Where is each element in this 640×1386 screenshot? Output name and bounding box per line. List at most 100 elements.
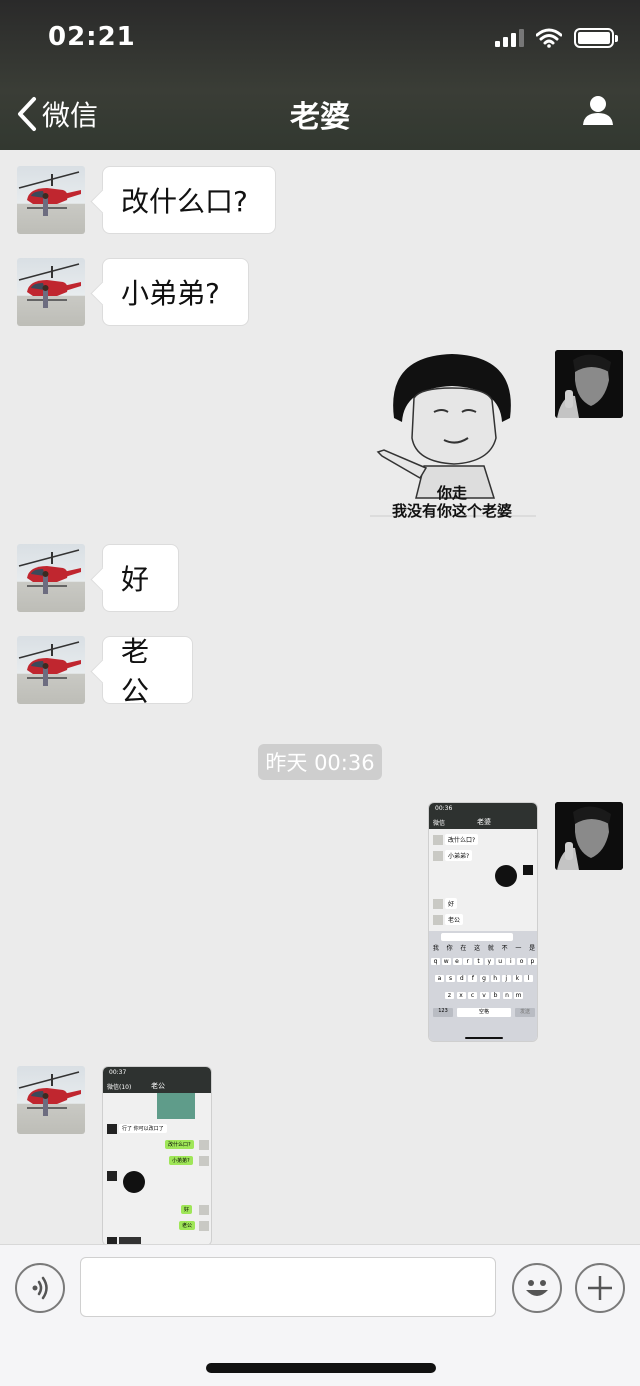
- wifi-icon: [536, 28, 562, 48]
- mini-sticker: [123, 1171, 145, 1193]
- cellular-signal-icon: [495, 29, 524, 47]
- message-bubble[interactable]: 改什么口?: [102, 166, 276, 234]
- portrait-avatar-image: [555, 350, 623, 418]
- mini-message: 小弟弟?: [445, 850, 473, 861]
- mini-key-row-1: q w e r t y u i o p: [431, 958, 537, 965]
- mini-my-avatar: [199, 1140, 209, 1150]
- message-bubble[interactable]: 老公: [102, 635, 193, 708]
- emoji-button[interactable]: [512, 1263, 562, 1313]
- mini-my-avatar: [199, 1205, 209, 1215]
- mini-avatar: [107, 1124, 117, 1134]
- mini-key: v: [479, 992, 489, 999]
- screenshot-image-message[interactable]: 00:36 微信 老婆 改什么口? 小弟弟? 好 老公 我 你 在 这 就 不 …: [428, 802, 538, 1042]
- chat-header: 02:21 微信 老婆: [0, 0, 640, 150]
- message-bubble[interactable]: 小弟弟?: [102, 258, 249, 326]
- plus-icon: [588, 1276, 612, 1300]
- contact-avatar[interactable]: [17, 544, 85, 612]
- mini-key: h: [490, 975, 500, 982]
- mini-key: z: [445, 992, 454, 999]
- mini-key: i: [506, 958, 516, 965]
- mini-suggestion: 我: [432, 945, 439, 952]
- mini-key: n: [502, 992, 512, 999]
- smiley-icon: [526, 1280, 548, 1296]
- contact-avatar[interactable]: [17, 258, 85, 326]
- mini-key: u: [495, 958, 505, 965]
- mini-key: y: [484, 958, 494, 965]
- voice-button[interactable]: [15, 1263, 65, 1313]
- mini-space-key: 空格: [457, 1008, 511, 1017]
- mini-my-avatar: [199, 1156, 209, 1166]
- mini-key: m: [514, 992, 523, 999]
- mini-suggestion: 是: [529, 945, 536, 952]
- mini-suggestion: 不: [501, 945, 508, 952]
- mini-my-avatar: [523, 865, 533, 875]
- helicopter-avatar-image: [18, 641, 81, 686]
- mini-key: x: [456, 992, 466, 999]
- mini-message: 老公: [179, 1221, 196, 1230]
- mini-avatar: [433, 915, 443, 925]
- my-avatar[interactable]: [555, 802, 623, 870]
- mini-title: 老公: [151, 1082, 165, 1090]
- mini-input: [441, 933, 513, 941]
- mini-message: 好: [445, 898, 458, 909]
- chat-title: 老婆: [290, 100, 350, 135]
- mini-key: o: [517, 958, 527, 965]
- helicopter-avatar-image: [18, 549, 81, 594]
- sticker-message[interactable]: 你走 我没有你这个老婆: [364, 348, 540, 520]
- contact-avatar[interactable]: [17, 636, 85, 704]
- mini-key: r: [463, 958, 473, 965]
- timestamp-divider: 昨天 00:36: [258, 744, 382, 780]
- mini-key: w: [441, 958, 451, 965]
- status-icons: [495, 28, 618, 48]
- mini-key: s: [446, 975, 456, 982]
- mini-photo: [157, 1093, 195, 1119]
- contact-avatar[interactable]: [17, 1066, 85, 1134]
- home-indicator[interactable]: [206, 1363, 436, 1373]
- mini-key: b: [491, 992, 500, 999]
- screenshot-image-message[interactable]: 00:37 微信(10) 老公 行了 你可以改口了 改什么口? 小弟弟? 好 老…: [102, 1066, 212, 1244]
- mini-key: p: [527, 958, 537, 965]
- mini-suggestion: 就: [487, 945, 494, 952]
- mini-suggestion: 在: [460, 945, 467, 952]
- more-button[interactable]: [575, 1263, 625, 1313]
- mini-suggestion: 一: [515, 945, 522, 952]
- profile-button[interactable]: [582, 94, 614, 130]
- mini-message: 老公: [445, 914, 464, 925]
- mini-avatar: [433, 851, 443, 861]
- message-input[interactable]: [80, 1257, 496, 1317]
- mini-status-time: 00:37: [109, 1069, 127, 1076]
- contact-avatar[interactable]: [17, 166, 85, 234]
- input-toolbar: [0, 1244, 640, 1386]
- mini-key: t: [474, 958, 484, 965]
- mini-number-key: 123: [433, 1008, 453, 1017]
- mini-suggestion-row: 我 你 在 这 就 不 一 是: [429, 943, 537, 952]
- mini-suggestion: 你: [446, 945, 453, 952]
- mini-sticker: [495, 865, 517, 887]
- mini-key: k: [512, 975, 522, 982]
- mini-message: 行了 你可以改口了: [119, 1124, 167, 1133]
- mini-message: 改什么口?: [165, 1140, 194, 1149]
- message-list[interactable]: 改什么口? 小弟弟? 你走 我没有你这个老婆 好 老公 昨天 00:36 00:…: [0, 150, 640, 1244]
- mini-key: g: [479, 975, 489, 982]
- mini-key: d: [457, 975, 467, 982]
- mini-suggestion: 这: [474, 945, 481, 952]
- mini-avatar: [107, 1171, 117, 1181]
- mini-key: l: [524, 975, 533, 982]
- portrait-avatar-image: [555, 802, 623, 870]
- mini-message: 好: [181, 1205, 193, 1214]
- status-time: 02:21: [48, 22, 136, 52]
- mini-message: 小弟弟?: [169, 1156, 193, 1165]
- my-avatar[interactable]: [555, 350, 623, 418]
- mini-key: j: [501, 975, 511, 982]
- mini-avatar: [107, 1237, 117, 1244]
- mini-my-avatar: [199, 1221, 209, 1231]
- sticker-caption-line2: 我没有你这个老婆: [391, 502, 512, 520]
- mini-send-key: 发送: [515, 1008, 535, 1017]
- message-bubble[interactable]: 好: [102, 544, 179, 612]
- mini-message: 改什么口?: [445, 834, 479, 845]
- helicopter-avatar-image: [18, 263, 81, 308]
- mini-key: f: [468, 975, 478, 982]
- mini-key-row-3: z x c v b n m: [445, 992, 523, 999]
- voice-icon: [32, 1276, 48, 1300]
- mini-key: q: [431, 958, 440, 965]
